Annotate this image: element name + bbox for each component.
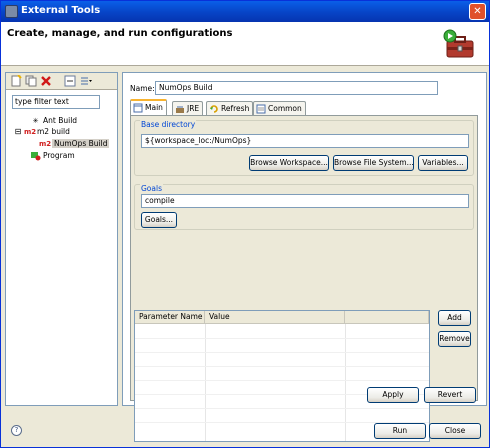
help-icon[interactable]: ? <box>11 425 22 436</box>
revert-button[interactable]: Revert <box>424 387 476 403</box>
title-bar[interactable]: External Tools ✕ <box>1 1 489 22</box>
tree-toolbar <box>6 73 117 90</box>
column-header-filler <box>345 311 429 324</box>
base-directory-label: Base directory <box>140 120 197 129</box>
main-tab-icon <box>133 103 143 113</box>
goals-input[interactable]: compile <box>141 194 469 208</box>
jre-tab-icon <box>176 106 184 113</box>
close-button[interactable]: Close <box>429 423 481 439</box>
tree-item-m2-build[interactable]: ⊟ m2m2 build <box>14 126 70 137</box>
toolbox-run-icon <box>443 29 474 58</box>
base-directory-input[interactable]: ${workspace_loc:/NumOps} <box>141 134 469 148</box>
main-tab-panel: Base directory ${workspace_loc:/NumOps} … <box>130 115 478 442</box>
tree-item-numops-build[interactable]: m2 NumOps Build <box>39 138 110 149</box>
common-tab-icon <box>256 104 266 114</box>
goals-label: Goals <box>140 184 163 193</box>
browse-workspace-button[interactable]: Browse Workspace... <box>249 155 329 171</box>
new-config-icon[interactable] <box>10 75 22 87</box>
tab-common[interactable]: Common <box>253 101 306 116</box>
goals-button[interactable]: Goals... <box>141 212 177 228</box>
goals-group: Goals compile Goals... <box>134 184 474 230</box>
config-tree-panel: type filter text ✳ Ant Build ⊟ m2m2 build … <box>5 72 118 406</box>
program-icon <box>31 152 41 161</box>
config-editor-panel: Name: NumOps Build Main JRE Refresh Comm… <box>122 72 487 442</box>
config-name-input[interactable]: NumOps Build <box>155 81 438 95</box>
column-header-value[interactable]: Value <box>205 311 345 324</box>
ant-icon: ✳ <box>32 117 39 125</box>
remove-parameter-button[interactable]: Remove <box>438 331 471 347</box>
collapse-tree-icon[interactable]: ⊟ <box>14 127 22 137</box>
tab-main[interactable]: Main <box>130 99 167 116</box>
browse-file-system-button[interactable]: Browse File System... <box>333 155 414 171</box>
m2-icon: m2 <box>39 140 52 148</box>
base-directory-group: Base directory ${workspace_loc:/NumOps} … <box>134 120 474 176</box>
close-window-button[interactable]: ✕ <box>469 3 486 20</box>
dialog-header: Create, manage, and run configurations <box>1 22 489 66</box>
window-icon <box>5 5 18 18</box>
refresh-tab-icon <box>210 105 218 113</box>
external-tools-dialog: External Tools ✕ Create, manage, and run… <box>0 0 490 448</box>
header-title: Create, manage, and run configurations <box>7 28 233 39</box>
delete-config-icon[interactable] <box>40 75 52 87</box>
m2-icon: m2 <box>24 128 37 136</box>
add-parameter-button[interactable]: Add <box>438 310 471 326</box>
column-header-parameter-name[interactable]: Parameter Name <box>135 311 205 324</box>
tab-refresh[interactable]: Refresh <box>206 101 254 116</box>
window-title: External Tools <box>21 5 101 16</box>
tree-filter-input[interactable]: type filter text <box>12 95 100 109</box>
run-button[interactable]: Run <box>374 423 426 439</box>
duplicate-config-icon[interactable] <box>25 75 37 87</box>
tab-jre[interactable]: JRE <box>172 101 204 116</box>
tree-item-program[interactable]: Program <box>30 150 75 161</box>
tree-item-ant-build[interactable]: ✳ Ant Build <box>30 115 77 126</box>
collapse-all-icon[interactable] <box>64 75 76 87</box>
variables-button[interactable]: Variables... <box>418 155 468 171</box>
name-label: Name: <box>130 84 155 93</box>
filter-menu-icon[interactable] <box>80 75 92 87</box>
apply-button[interactable]: Apply <box>367 387 419 403</box>
